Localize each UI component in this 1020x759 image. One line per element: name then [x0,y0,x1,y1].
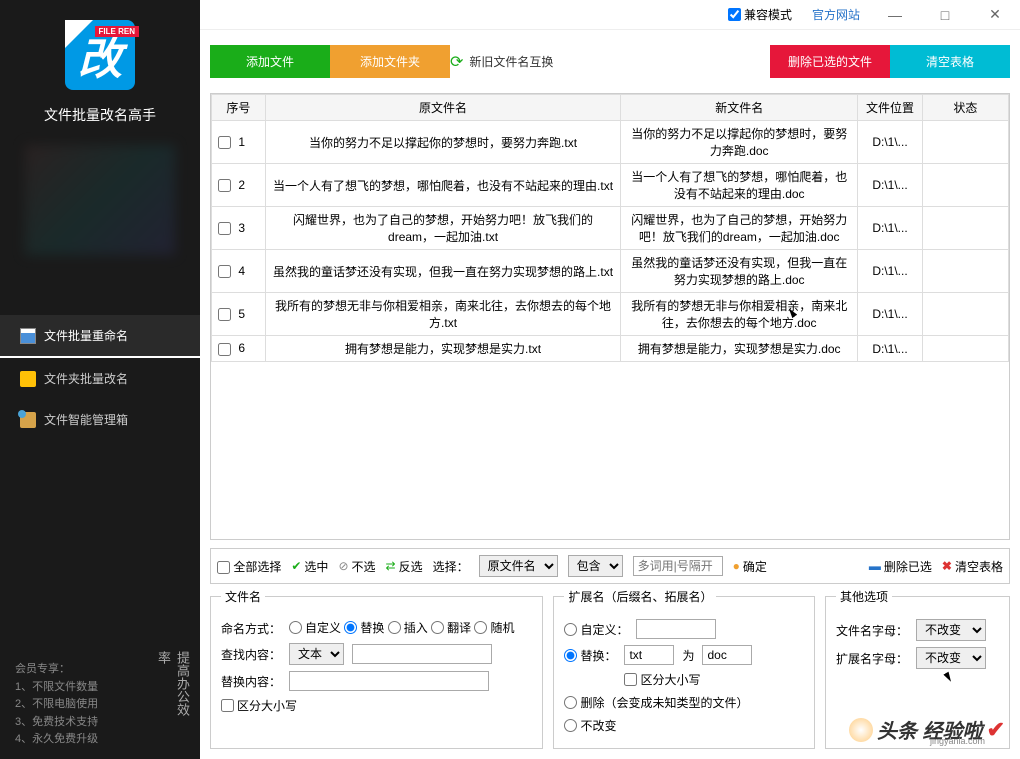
filter-keyword-input[interactable] [633,556,723,576]
close-button[interactable]: ✕ [980,6,1010,23]
table-row[interactable]: 4虽然我的童话梦还没有实现，但我一直在努力实现梦想的路上.txt虽然我的童话梦还… [212,250,1009,293]
nav-folder[interactable]: 文件夹批量改名 [0,358,200,399]
naming-opt-2[interactable]: 插入 [388,619,428,636]
table-row[interactable]: 5我所有的梦想无非与你相爱相亲，南来北往，去你想去的每个地方.txt我所有的梦想… [212,293,1009,336]
find-input[interactable] [352,644,492,664]
condition-select[interactable]: 包含 [568,555,623,577]
minimize-button[interactable]: — [880,7,910,23]
nav-box[interactable]: 文件智能管理箱 [0,399,200,440]
invert-button[interactable]: ⇄ 反选 [386,558,423,575]
box-icon [20,412,36,428]
row-checkbox[interactable] [218,265,231,278]
ext-letter-select[interactable]: 不改变 [916,647,986,669]
table-row[interactable]: 3闪耀世界，也为了自己的梦想，开始努力吧！放飞我们的dream，一起加油.txt… [212,207,1009,250]
choose-label: 选择： [433,558,469,575]
ext-to-label: 为 [682,647,694,664]
col-seq: 序号 [212,95,266,121]
extension-panel: 扩展名（后缀名、拓展名） 自定义： 替换： 为 区分大小写 删除（会变成未知类型… [553,588,815,749]
filename-legend: 文件名 [221,588,265,605]
delete-selected-button[interactable]: 删除已选的文件 [770,45,890,78]
watermark: 头条 经验啦 ✔ jingyanla.com [849,715,1005,744]
unselect-button[interactable]: ⊘ 不选 [338,558,375,575]
compat-mode-checkbox[interactable]: 兼容模式 [728,6,792,23]
app-title: 文件批量改名高手 [44,105,156,125]
naming-label: 命名方式： [221,620,281,637]
filename-panel: 文件名 命名方式： 自定义 替换 插入 翻译 随机 查找内容： 文本 替换内容：… [210,588,543,749]
find-type-select[interactable]: 文本 [289,643,344,665]
table-row[interactable]: 2当一个人有了想飞的梦想，哪怕爬着，也没有不站起来的理由.txt当一个人有了想飞… [212,164,1009,207]
table-row[interactable]: 1当你的努力不足以撑起你的梦想时，要努力奔跑.txt当你的努力不足以撑起你的梦想… [212,121,1009,164]
confirm-filter-button[interactable]: ● 确定 [733,558,767,575]
ext-from-input[interactable] [624,645,674,665]
select-all-checkbox[interactable]: 全部选择 [217,558,281,575]
find-label: 查找内容： [221,646,281,663]
add-folder-button[interactable]: 添加文件夹 [330,45,450,78]
naming-opt-3[interactable]: 翻译 [431,619,471,636]
other-legend: 其他选项 [836,588,892,605]
replace-input[interactable] [289,671,489,691]
ext-nochange-radio[interactable]: 不改变 [564,717,616,734]
select-button[interactable]: ✔ 选中 [291,558,328,575]
ext-custom-radio[interactable]: 自定义： [564,621,628,638]
delete-selected-link[interactable]: ▬ 删除已选 [869,558,932,575]
official-site-link[interactable]: 官方网站 [812,6,860,23]
folder-icon [20,371,36,387]
filter-bar: 全部选择 ✔ 选中 ⊘ 不选 ⇄ 反选 选择： 原文件名 包含 ● 确定 ▬ 删… [210,548,1010,584]
swap-icon: ⟳ [450,52,463,72]
row-checkbox[interactable] [218,222,231,235]
nav-doc[interactable]: 文件批量重命名 [0,315,200,358]
file-table[interactable]: 序号 原文件名 新文件名 文件位置 状态 1当你的努力不足以撑起你的梦想时，要努… [211,94,1009,362]
table-row[interactable]: 6拥有梦想是能力，实现梦想是实力.txt拥有梦想是能力，实现梦想是实力.docD… [212,336,1009,362]
blurred-user-info [25,145,175,255]
logo-banner: FILE REN [95,26,139,37]
add-file-button[interactable]: 添加文件 [210,45,330,78]
file-letter-select[interactable]: 不改变 [916,619,986,641]
ext-replace-radio[interactable]: 替换： [564,647,616,664]
ext-legend: 扩展名（后缀名、拓展名） [564,588,716,605]
file-case-checkbox[interactable]: 区分大小写 [221,697,297,714]
row-checkbox[interactable] [218,308,231,321]
col-location: 文件位置 [858,95,923,121]
clear-table-link[interactable]: ✖ 清空表格 [942,558,1003,575]
clear-table-button[interactable]: 清空表格 [890,45,1010,78]
vertical-slogan: 提高办公效率 [154,651,192,719]
file-letter-label: 文件名字母： [836,622,908,639]
ext-delete-radio[interactable]: 删除（会变成未知类型的文件） [564,694,748,711]
row-checkbox[interactable] [218,343,231,356]
replace-label: 替换内容： [221,673,281,690]
app-logo: FILE REN 改 [65,20,135,90]
col-old-name: 原文件名 [265,95,620,121]
naming-opt-1[interactable]: 替换 [344,619,384,636]
doc-icon [20,328,36,344]
col-new-name: 新文件名 [621,95,858,121]
maximize-button[interactable]: □ [930,7,960,23]
swap-names-button[interactable]: ⟳ 新旧文件名互换 [450,52,770,72]
ext-letter-label: 扩展名字母： [836,650,908,667]
naming-opt-4[interactable]: 随机 [474,619,514,636]
ext-to-input[interactable] [702,645,752,665]
field-select[interactable]: 原文件名 [479,555,558,577]
naming-opt-0[interactable]: 自定义 [289,619,341,636]
ext-case-checkbox[interactable]: 区分大小写 [624,671,700,688]
ext-custom-input[interactable] [636,619,716,639]
row-checkbox[interactable] [218,179,231,192]
col-status: 状态 [922,95,1008,121]
row-checkbox[interactable] [218,136,231,149]
